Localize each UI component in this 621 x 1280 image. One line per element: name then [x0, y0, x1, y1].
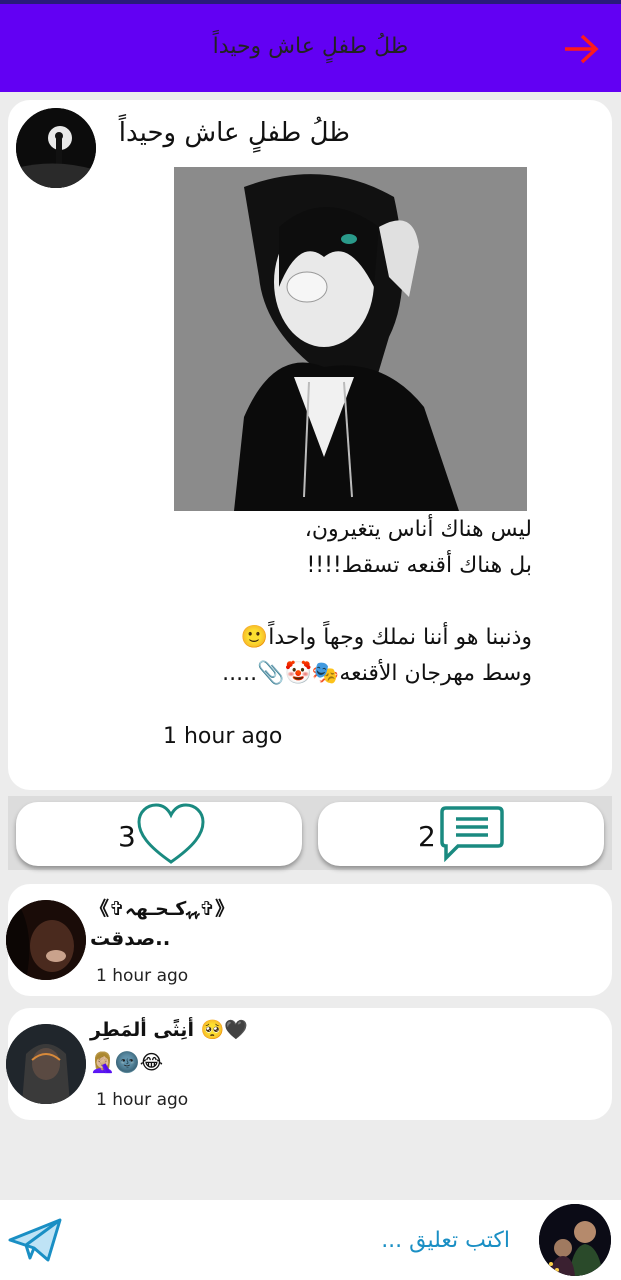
like-count: 3 [118, 820, 136, 853]
comment-timestamp: 1 hour ago [96, 1090, 189, 1110]
comment-item: أنِثًى ألمَطِر 🥺🖤 🤦🏼‍♀️🌚😂 1 hour ago [6, 1008, 612, 1120]
comments-button[interactable]: 2 [318, 802, 604, 866]
commenter-avatar[interactable] [6, 900, 86, 980]
page-title: ظلُ طفلٍ عاش وحيداً [212, 34, 409, 59]
post-image[interactable] [174, 167, 527, 511]
post-text-line [92, 584, 532, 620]
send-icon[interactable] [8, 1218, 62, 1262]
post-text-line: وسط مهرجان الأقنعه🎭🤡📎..... [222, 661, 532, 686]
commenter-name[interactable]: 《✞ﮩﮩکـحـهہ✞》 [90, 894, 234, 921]
current-user-avatar[interactable] [539, 1204, 611, 1276]
comment-composer [0, 1200, 621, 1280]
comment-text: 🤦🏼‍♀️🌚😂 [90, 1050, 164, 1074]
author-avatar[interactable] [16, 108, 96, 188]
post-text: ليس هناك أناس يتغيرون، بل هناك أقنعه تسق… [92, 512, 532, 692]
post-author-name[interactable]: ظلُ طفلٍ عاش وحيداً [119, 118, 350, 148]
post-text-line: بل هناك أقنعه تسقط!!!! [306, 553, 532, 578]
commenter-avatar[interactable] [6, 1024, 86, 1104]
heart-icon [137, 803, 205, 864]
like-button[interactable]: 3 [16, 802, 302, 866]
comment-text: صدقت.. [90, 926, 171, 950]
post-actions: 3 2 [8, 796, 612, 870]
comment-count: 2 [418, 820, 436, 853]
post-card: ظلُ طفلٍ عاش وحيداً ليس هناك أناس يتغيرو… [8, 100, 612, 790]
post-text-line: ليس هناك أناس يتغيرون، [304, 517, 532, 542]
comment-input[interactable] [90, 1220, 510, 1260]
comment-item: 《✞ﮩﮩکـحـهہ✞》 صدقت.. 1 hour ago [6, 884, 612, 996]
back-arrow-icon[interactable] [563, 34, 599, 64]
post-text-line: وذنبنا هو أننا نملك وجهاً واحداً🙂 [240, 625, 532, 650]
comment-timestamp: 1 hour ago [96, 966, 189, 986]
commenter-name[interactable]: أنِثًى ألمَطِر 🥺🖤 [90, 1018, 248, 1041]
top-bar: ظلُ طفلٍ عاش وحيداً [0, 0, 621, 92]
post-timestamp: 1 hour ago [163, 724, 283, 749]
comment-bubble-icon [440, 806, 504, 862]
